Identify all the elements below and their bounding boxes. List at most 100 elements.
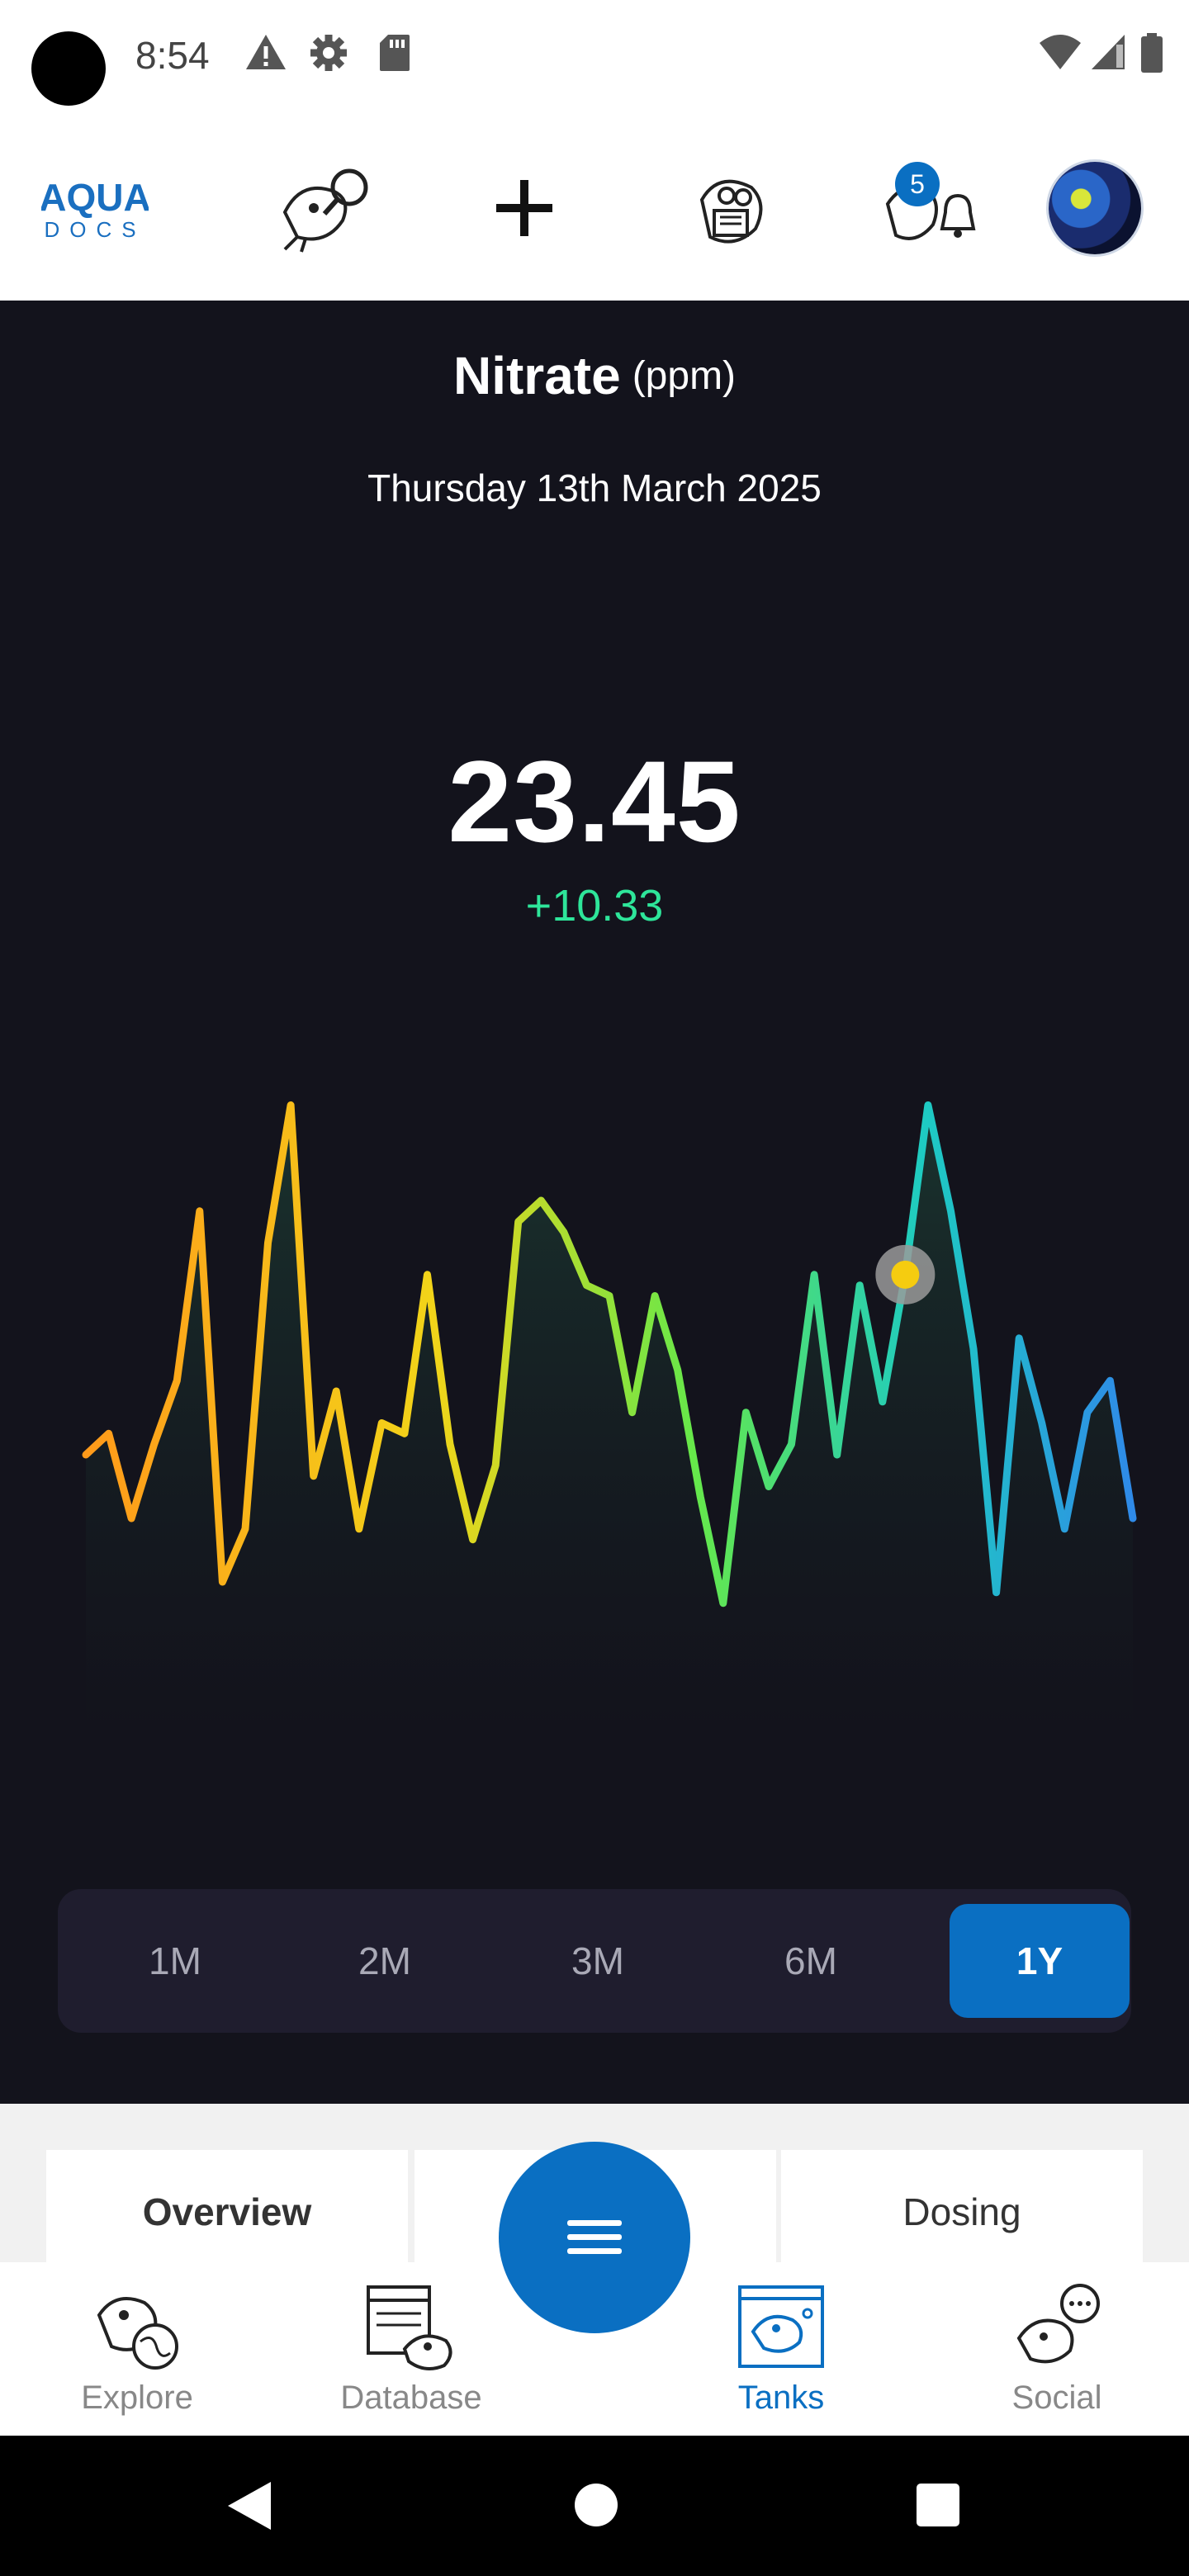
news-button[interactable] bbox=[669, 116, 793, 301]
chart-point bbox=[606, 1293, 613, 1300]
chart-point bbox=[970, 1346, 977, 1352]
chart-point bbox=[333, 1388, 339, 1395]
camera-cutout bbox=[31, 31, 106, 106]
range-selector: 1M 2M 3M 6M 1Y bbox=[58, 1889, 1131, 2033]
home-icon[interactable] bbox=[573, 2482, 619, 2528]
chart-point bbox=[925, 1102, 931, 1109]
chart-point bbox=[1061, 1526, 1068, 1532]
top-navigation: AQUA DOCS 5 bbox=[0, 116, 1189, 301]
chart-point bbox=[538, 1197, 544, 1204]
chart-point bbox=[287, 1102, 294, 1109]
chart-point bbox=[310, 1473, 317, 1480]
chart-point bbox=[1039, 1420, 1045, 1427]
system-navigation-bar bbox=[0, 2436, 1189, 2576]
back-icon[interactable] bbox=[225, 2479, 274, 2533]
chart-point bbox=[834, 1451, 841, 1458]
fish-search-icon bbox=[282, 168, 368, 253]
chart-point bbox=[378, 1420, 385, 1427]
range-1m-button[interactable]: 1M bbox=[109, 1904, 241, 2018]
tab-overview[interactable]: Overview bbox=[46, 2150, 408, 2274]
chart-point bbox=[742, 1409, 749, 1416]
nav-social-label: Social bbox=[1011, 2379, 1102, 2416]
range-6m-button[interactable]: 6M bbox=[745, 1904, 877, 2018]
metric-title-row: Nitrate (ppm) bbox=[0, 345, 1189, 406]
chart-point bbox=[1016, 1335, 1022, 1342]
chart-point bbox=[424, 1271, 430, 1278]
notification-badge: 5 bbox=[895, 162, 940, 206]
range-1y-button[interactable]: 1Y bbox=[950, 1904, 1130, 2018]
nav-database[interactable]: Database bbox=[312, 2262, 510, 2436]
chart-point bbox=[651, 1293, 658, 1300]
chart-point bbox=[856, 1282, 863, 1289]
chart-area-fill bbox=[86, 1105, 1133, 1734]
fish-chat-icon bbox=[1016, 2284, 1100, 2364]
nav-explore[interactable]: Explore bbox=[38, 2262, 236, 2436]
chart-point bbox=[720, 1600, 727, 1607]
nav-tanks-label: Tanks bbox=[737, 2379, 825, 2416]
chart-point bbox=[789, 1441, 795, 1447]
chart-point bbox=[356, 1526, 362, 1532]
nav-social[interactable]: Social bbox=[958, 2262, 1156, 2436]
chart-point bbox=[993, 1589, 1000, 1596]
chart-point bbox=[492, 1462, 499, 1469]
chart-point bbox=[515, 1219, 522, 1225]
chart-point bbox=[151, 1441, 158, 1447]
chart-point bbox=[629, 1409, 636, 1416]
chart-point bbox=[879, 1399, 886, 1405]
chart-point bbox=[697, 1494, 703, 1500]
tab-dosing[interactable]: Dosing bbox=[781, 2150, 1143, 2274]
chart-point bbox=[1106, 1377, 1113, 1384]
search-fish-button[interactable] bbox=[264, 116, 388, 301]
chart-cursor-dot[interactable] bbox=[891, 1260, 920, 1289]
chart-point bbox=[470, 1537, 476, 1543]
chart-point bbox=[106, 1430, 112, 1437]
profile-avatar bbox=[1049, 162, 1141, 254]
chart-point bbox=[83, 1451, 89, 1458]
aquadocs-logo[interactable]: AQUA DOCS bbox=[33, 116, 157, 301]
chart-point bbox=[1130, 1515, 1136, 1522]
recents-icon[interactable] bbox=[915, 2482, 961, 2528]
menu-icon bbox=[567, 2220, 622, 2254]
add-icon bbox=[496, 180, 552, 236]
logo-icon: AQUA DOCS bbox=[41, 176, 149, 242]
logo-text-bottom: DOCS bbox=[44, 217, 145, 242]
metric-delta: +10.33 bbox=[525, 881, 664, 930]
chart-point bbox=[447, 1441, 453, 1447]
range-2m-button[interactable]: 2M bbox=[319, 1904, 451, 2018]
chart-point bbox=[401, 1430, 408, 1437]
chart-point bbox=[219, 1579, 225, 1585]
fish-database-icon bbox=[367, 2285, 452, 2370]
metric-date: Thursday 13th March 2025 bbox=[367, 466, 822, 509]
chart-point bbox=[128, 1515, 135, 1522]
profile-button[interactable] bbox=[1049, 116, 1141, 301]
fish-reading-icon bbox=[699, 179, 763, 244]
notifications-button[interactable]: 5 bbox=[875, 116, 983, 301]
nav-database-label: Database bbox=[340, 2379, 482, 2416]
chart-point bbox=[811, 1271, 817, 1278]
chart-point bbox=[197, 1208, 203, 1215]
chart-point bbox=[1084, 1409, 1091, 1416]
logo-text-top: AQUA bbox=[41, 176, 149, 219]
menu-fab-button[interactable] bbox=[499, 2142, 690, 2333]
warning-icon bbox=[246, 35, 286, 69]
chart-point bbox=[265, 1239, 272, 1246]
battery-icon bbox=[1141, 33, 1163, 73]
chart-point bbox=[675, 1366, 681, 1373]
sd-card-icon bbox=[380, 35, 410, 71]
range-3m-button[interactable]: 3M bbox=[532, 1904, 664, 2018]
fish-tank-icon bbox=[738, 2285, 824, 2368]
fish-globe-icon bbox=[97, 2297, 178, 2370]
metric-title: Nitrate bbox=[452, 346, 621, 405]
metric-value: 23.45 bbox=[448, 736, 741, 866]
status-bar: 8:54 bbox=[0, 0, 1189, 116]
wifi-icon bbox=[1040, 35, 1081, 69]
status-time: 8:54 bbox=[135, 34, 210, 77]
chart-point bbox=[765, 1484, 772, 1490]
nav-tanks[interactable]: Tanks bbox=[682, 2262, 880, 2436]
signal-icon bbox=[1092, 35, 1125, 69]
chart-point bbox=[583, 1282, 590, 1289]
add-button[interactable] bbox=[479, 116, 570, 301]
chart-point bbox=[173, 1377, 180, 1384]
nitrate-line-chart[interactable] bbox=[0, 1057, 1189, 1783]
chart-point bbox=[242, 1526, 249, 1532]
